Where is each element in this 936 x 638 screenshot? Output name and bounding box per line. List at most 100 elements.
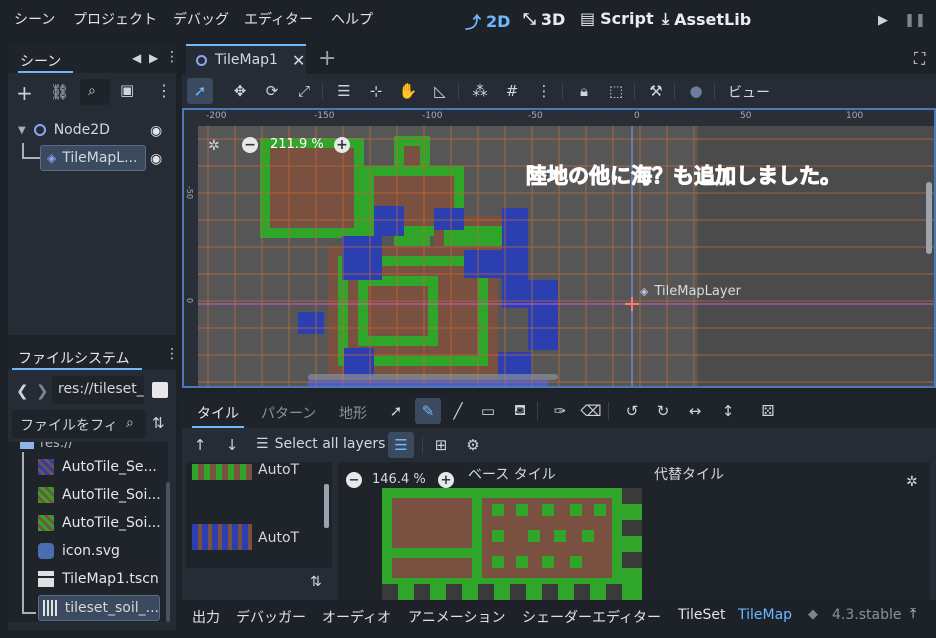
source-label[interactable]: AutoT bbox=[258, 530, 299, 546]
file-tree-root[interactable]: res:// bbox=[20, 442, 73, 451]
menu-help[interactable]: ヘルプ bbox=[331, 9, 373, 29]
dock-menu-icon[interactable]: ⋮ bbox=[165, 49, 179, 65]
file-filter-input[interactable]: ファイルをフィ bbox=[20, 415, 118, 435]
tree-row-tilemaplayer[interactable]: ◈ TileMapL... bbox=[40, 145, 146, 171]
pause-icon[interactable]: ❚❚ bbox=[904, 10, 926, 30]
bottom-tab-debugger[interactable]: デバッガー bbox=[236, 607, 306, 627]
path-field[interactable]: res://tileset_ bbox=[52, 376, 144, 404]
bone-icon[interactable]: ⚒ bbox=[643, 78, 669, 104]
expand-panel-icon[interactable]: ⤒ bbox=[910, 606, 916, 622]
tab-tiles[interactable]: タイル bbox=[197, 403, 239, 423]
flip-h-icon[interactable]: ↔ bbox=[682, 398, 708, 424]
zoom-level[interactable]: 211.9 % bbox=[270, 137, 324, 152]
link-icon[interactable]: ⛓ bbox=[50, 83, 69, 101]
bucket-tool-icon[interactable]: ⛾ bbox=[507, 398, 533, 424]
bottom-tab-output[interactable]: 出力 bbox=[192, 607, 220, 627]
close-icon[interactable]: ✕ bbox=[292, 51, 305, 70]
view-mode-icon[interactable] bbox=[152, 382, 168, 398]
mode-script-button[interactable]: ▤ Script bbox=[580, 9, 654, 28]
viewport-scrollbar[interactable] bbox=[926, 182, 932, 254]
paint-tool-icon[interactable]: ✎ bbox=[415, 398, 441, 424]
file-item[interactable]: AutoTile_Soi... bbox=[38, 510, 161, 536]
lock-icon[interactable]: 🔒︎ bbox=[571, 78, 597, 104]
rect-tool-icon[interactable]: ▭ bbox=[475, 398, 501, 424]
file-item[interactable]: AutoTile_Se... bbox=[38, 454, 157, 480]
sort-icon[interactable]: ⇅ bbox=[152, 414, 165, 432]
filter-box[interactable]: ⌕ bbox=[80, 79, 110, 105]
sort-icon[interactable]: ⇅ bbox=[310, 574, 322, 590]
flip-v-icon[interactable]: ↕ bbox=[715, 398, 741, 424]
filesystem-tab[interactable]: ファイルシステム bbox=[18, 348, 130, 368]
zoom-in-icon[interactable]: + bbox=[334, 137, 350, 153]
back-icon[interactable]: ❮ bbox=[16, 382, 29, 400]
move-tool-icon[interactable]: ✥ bbox=[227, 78, 253, 104]
camera-override-icon[interactable]: ● bbox=[683, 78, 709, 104]
source-label[interactable]: AutoT bbox=[258, 462, 299, 478]
mode-2d-button[interactable]: ⤴ 2D bbox=[465, 9, 510, 33]
layer-down-icon[interactable]: ↓ bbox=[219, 432, 245, 458]
select-tool-icon[interactable]: ➚ bbox=[187, 78, 213, 104]
bottom-tab-shader-editor[interactable]: シェーダーエディター bbox=[522, 607, 661, 627]
add-node-icon[interactable]: + bbox=[16, 81, 33, 105]
highlight-layer-icon[interactable]: ☰ bbox=[388, 432, 414, 458]
zoom-out-icon[interactable]: − bbox=[346, 472, 362, 488]
pivot-tool-icon[interactable]: ⊹ bbox=[363, 78, 389, 104]
source-scrollbar[interactable] bbox=[324, 484, 329, 528]
file-scrollbar[interactable] bbox=[166, 482, 170, 622]
ruler-tool-icon[interactable]: ◺ bbox=[427, 78, 453, 104]
select-all-layers-button[interactable]: ☰ Select all layers bbox=[256, 436, 385, 452]
bell-icon[interactable]: ◆ bbox=[808, 607, 818, 622]
play-icon[interactable]: ▶ bbox=[873, 10, 893, 30]
visibility-eye-icon[interactable]: ◉ bbox=[150, 151, 162, 167]
snap-options-icon[interactable]: ⋮ bbox=[531, 78, 557, 104]
2d-viewport[interactable]: -200 -150 -100 -50 0 50 100 -50 0 ✲ − 21… bbox=[182, 108, 936, 388]
menu-scene[interactable]: シーン bbox=[14, 9, 55, 29]
attach-script-icon[interactable]: ▣ bbox=[120, 81, 134, 99]
picker-tool-icon[interactable]: ✑ bbox=[547, 398, 573, 424]
file-item[interactable]: icon.svg bbox=[38, 538, 120, 564]
tab-patterns[interactable]: パターン bbox=[261, 403, 316, 423]
bottom-tab-animation[interactable]: アニメーション bbox=[408, 607, 505, 627]
rotate-left-icon[interactable]: ↺ bbox=[619, 398, 645, 424]
zoom-out-icon[interactable]: − bbox=[242, 137, 258, 153]
forward-icon[interactable]: ❯ bbox=[36, 382, 49, 400]
file-item[interactable]: AutoTile_Soi... bbox=[38, 482, 161, 508]
tile-settings-icon[interactable]: ⚙ bbox=[460, 432, 486, 458]
smart-snap-icon[interactable]: ⁂ bbox=[467, 78, 493, 104]
file-filter-box[interactable]: ファイルをフィ ⌕ bbox=[12, 410, 146, 438]
collapse-arrow-icon[interactable]: ▼ bbox=[18, 125, 26, 136]
scene-tab[interactable]: シーン bbox=[20, 51, 61, 71]
mode-assetlib-button[interactable]: ⤓ AssetLib bbox=[662, 9, 751, 29]
mode-3d-button[interactable]: ⤡ 3D bbox=[523, 9, 565, 29]
tab-terrains[interactable]: 地形 bbox=[339, 403, 367, 423]
grid-snap-icon[interactable]: # bbox=[499, 78, 525, 104]
fullscreen-icon[interactable]: ⛶ bbox=[914, 49, 925, 69]
rotate-tool-icon[interactable]: ⟳ bbox=[259, 78, 285, 104]
bottom-tab-audio[interactable]: オーディオ bbox=[322, 607, 391, 627]
scene-tab-tilemap1[interactable]: TileMap1 ✕ bbox=[186, 44, 306, 74]
eraser-tool-icon[interactable]: ⌫ bbox=[578, 398, 604, 424]
atlas-zoom-level[interactable]: 146.4 % bbox=[372, 472, 426, 487]
view-menu[interactable]: ビュー bbox=[728, 82, 770, 102]
center-view-icon[interactable]: ✲ bbox=[906, 474, 918, 490]
more-icon[interactable]: ⋮ bbox=[156, 81, 172, 100]
random-tile-icon[interactable]: ⚄ bbox=[755, 398, 781, 424]
grid-toggle-icon[interactable]: ⊞ bbox=[428, 432, 454, 458]
add-tab-icon[interactable]: + bbox=[318, 46, 336, 71]
pan-tool-icon[interactable]: ✋ bbox=[395, 78, 421, 104]
layer-up-icon[interactable]: ↑ bbox=[187, 432, 213, 458]
rotate-right-icon[interactable]: ↻ bbox=[650, 398, 676, 424]
line-tool-icon[interactable]: ╱ bbox=[445, 398, 471, 424]
dock-menu-icon[interactable]: ⋮ bbox=[165, 346, 179, 362]
menu-project[interactable]: プロジェクト bbox=[73, 9, 157, 29]
file-item-selected[interactable]: tileset_soil_... bbox=[38, 595, 160, 621]
dock-right-arrow-icon[interactable]: ▶ bbox=[149, 51, 158, 65]
tree-row-node2d[interactable]: ▼ Node2D bbox=[18, 117, 168, 143]
bottom-tab-tilemap[interactable]: TileMap bbox=[738, 607, 792, 623]
menu-editor[interactable]: エディター bbox=[244, 9, 313, 29]
center-view-icon[interactable]: ✲ bbox=[208, 138, 220, 154]
dock-left-arrow-icon[interactable]: ◀ bbox=[132, 51, 141, 65]
bottom-tab-tileset[interactable]: TileSet bbox=[678, 607, 726, 623]
scale-tool-icon[interactable]: ⤢ bbox=[291, 78, 317, 104]
visibility-eye-icon[interactable]: ◉ bbox=[150, 123, 162, 139]
